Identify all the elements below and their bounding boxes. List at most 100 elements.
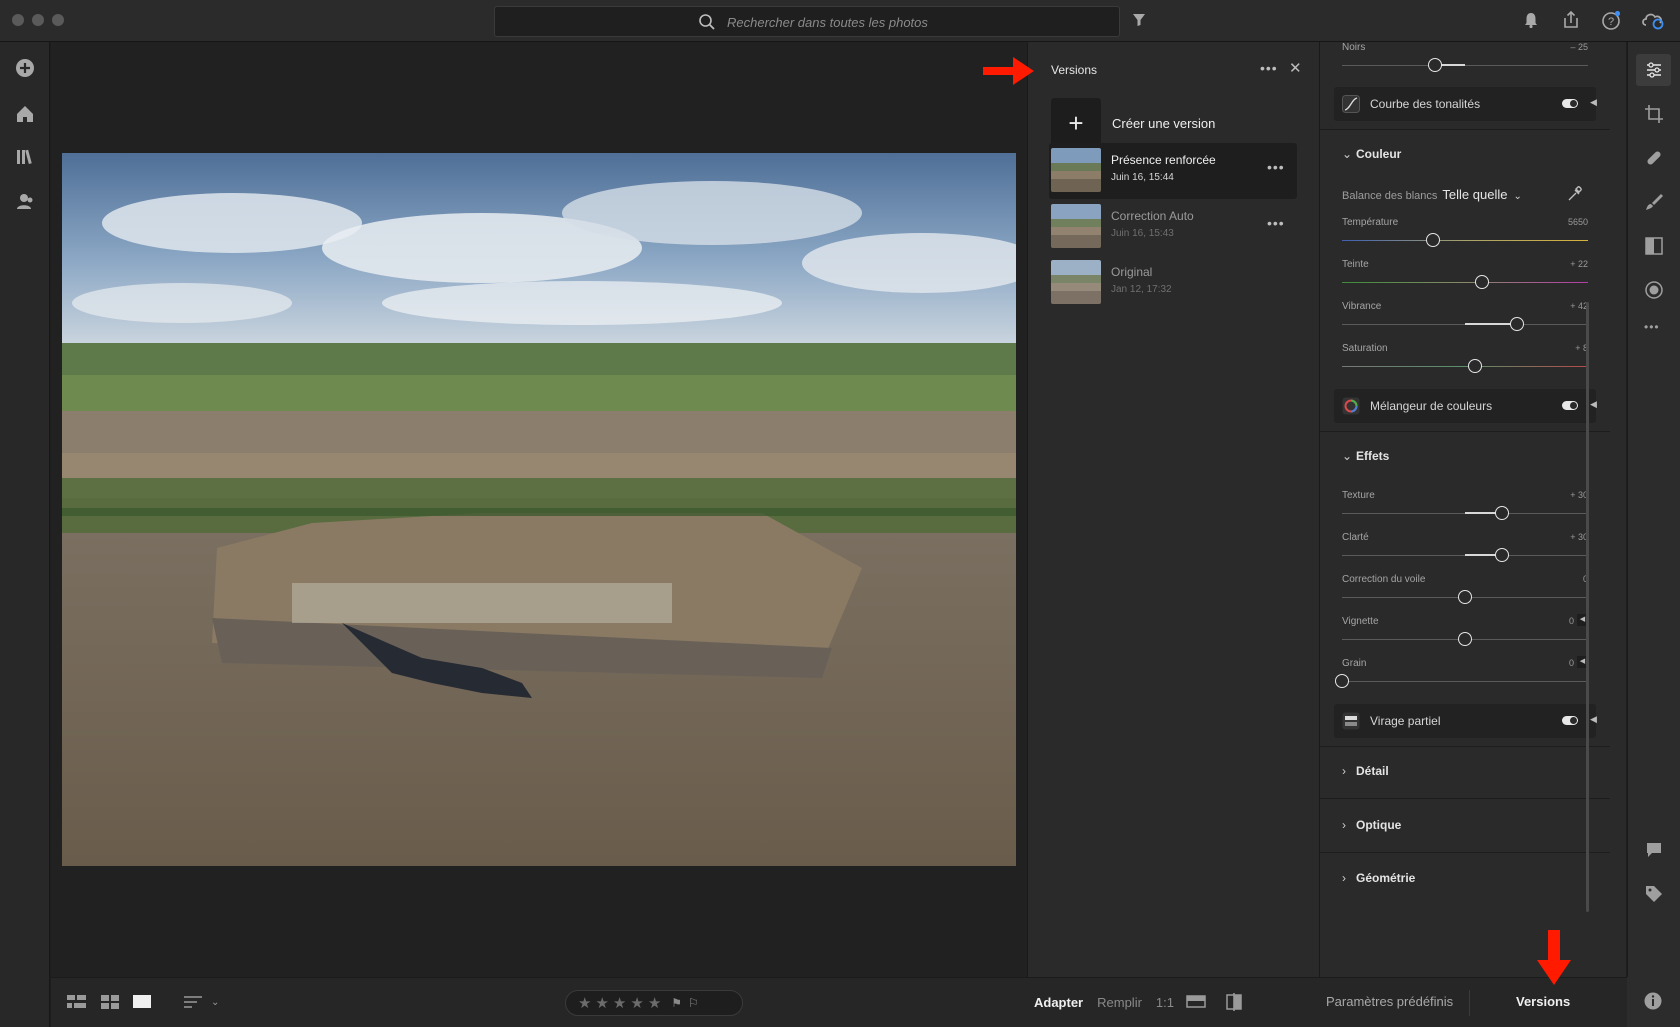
color-mixer-label: Mélangeur de couleurs <box>1370 399 1493 413</box>
version-thumbnail <box>1051 148 1101 192</box>
annotation-arrow-down-icon <box>1537 930 1571 985</box>
flag-pick-icon[interactable]: ⚑ <box>671 996 682 1010</box>
search-bar[interactable]: Rechercher dans toutes les photos <box>494 6 1120 37</box>
slider-knob[interactable] <box>1335 674 1349 688</box>
slider-knob[interactable] <box>1428 58 1443 72</box>
tone-curve-toggle[interactable] <box>1562 99 1578 108</box>
slider-knob[interactable] <box>1467 359 1482 373</box>
version-item[interactable]: Original Jan 12, 17:32 <box>1049 255 1297 311</box>
before-after-icon[interactable] <box>1186 993 1206 1011</box>
version-more-icon[interactable]: ••• <box>1267 215 1285 231</box>
effects-section-header[interactable]: ⌄ Effets <box>1342 449 1389 463</box>
search-icon <box>699 14 715 30</box>
help-icon[interactable]: ? <box>1600 9 1622 31</box>
linear-gradient-icon[interactable] <box>1644 236 1664 256</box>
edit-sliders-icon[interactable] <box>1644 60 1664 80</box>
color-mixer-row[interactable]: Mélangeur de couleurs ◀ <box>1334 389 1597 423</box>
detail-section-header[interactable]: › Détail <box>1342 764 1389 778</box>
split-view-icon[interactable] <box>1224 993 1244 1011</box>
detail-view-icon[interactable] <box>133 994 151 1010</box>
crop-icon[interactable] <box>1644 104 1664 124</box>
zoom-window-button[interactable] <box>52 14 64 26</box>
add-photos-icon[interactable] <box>13 56 37 80</box>
square-grid-icon[interactable] <box>67 994 87 1010</box>
slider-track <box>1342 240 1588 241</box>
library-icon[interactable] <box>13 145 37 169</box>
color-section-header[interactable]: ⌄ Couleur <box>1342 147 1401 161</box>
versions-tab[interactable]: Versions <box>1516 994 1570 1009</box>
flag-reject-icon[interactable]: ⚐ <box>688 996 699 1010</box>
optics-section-header[interactable]: › Optique <box>1342 818 1401 832</box>
presets-tab[interactable]: Paramètres prédéfinis <box>1326 994 1453 1009</box>
slider-knob[interactable] <box>1426 233 1441 247</box>
version-item[interactable]: Présence renforcée Juin 16, 15:44 ••• <box>1049 143 1297 199</box>
shared-people-icon[interactable] <box>13 190 37 214</box>
tag-icon[interactable] <box>1644 884 1664 904</box>
brush-icon[interactable] <box>1644 192 1664 212</box>
edit-panel-scrollbar[interactable] <box>1586 302 1589 912</box>
zoom-fill-button[interactable]: Remplir <box>1097 995 1142 1010</box>
sort-icon[interactable] <box>183 994 203 1010</box>
radial-gradient-icon[interactable] <box>1644 280 1664 300</box>
version-thumbnail <box>1051 260 1101 304</box>
panel-switcher: Paramètres prédéfinis Versions <box>1319 977 1627 1027</box>
slider-knob[interactable] <box>1458 632 1472 646</box>
star-icon[interactable]: ★ <box>648 994 661 1012</box>
section-title: Couleur <box>1356 147 1402 161</box>
minimize-window-button[interactable] <box>32 14 44 26</box>
lightroom-window: Rechercher dans toutes les photos ? Vers… <box>0 0 1680 1027</box>
more-options-icon[interactable]: ••• <box>1260 60 1278 76</box>
slider-knob[interactable] <box>1494 548 1509 562</box>
info-icon[interactable] <box>1643 991 1663 1011</box>
expand-arrow-icon[interactable]: ◀ <box>1590 714 1597 725</box>
divider <box>1320 129 1610 130</box>
bell-icon[interactable] <box>1520 9 1542 31</box>
slider-knob[interactable] <box>1509 317 1524 331</box>
close-window-button[interactable] <box>12 14 24 26</box>
share-icon[interactable] <box>1560 9 1582 31</box>
slider-knob[interactable] <box>1458 590 1472 604</box>
tone-curve-row[interactable]: Courbe des tonalités ◀ <box>1334 87 1597 121</box>
expand-arrow-icon[interactable]: ◀ <box>1590 399 1597 410</box>
geometry-section-header[interactable]: › Géométrie <box>1342 871 1415 885</box>
color-wheel-icon <box>1342 397 1360 415</box>
slider-track <box>1342 282 1588 283</box>
right-toolbar-bottom <box>1627 977 1680 1027</box>
expand-arrow-icon[interactable]: ◀ <box>1590 97 1597 108</box>
chevron-down-icon[interactable]: ⌄ <box>1513 191 1521 202</box>
zoom-1to1-button[interactable]: 1:1 <box>1156 995 1174 1010</box>
slider-knob[interactable] <box>1475 275 1490 289</box>
bottom-toolbar: ⌄ ★ ★ ★ ★ ★ ⚑ ⚐ Adapter Remplir 1:1 <box>51 977 1319 1027</box>
eyedropper-icon[interactable] <box>1566 185 1584 203</box>
slider-knob[interactable] <box>1494 506 1509 520</box>
zoom-fit-button[interactable]: Adapter <box>1034 995 1083 1010</box>
star-icon[interactable]: ★ <box>595 994 608 1012</box>
color-mixer-toggle[interactable] <box>1562 401 1578 410</box>
versions-panel: Versions ••• ✕ + Créer une version Prése… <box>1027 42 1319 977</box>
version-date: Jan 12, 17:32 <box>1111 284 1172 295</box>
slider-label: Texture <box>1342 490 1375 501</box>
more-tools-icon[interactable]: ••• <box>1644 320 1664 340</box>
white-balance-select[interactable]: Telle quelle <box>1442 187 1507 202</box>
slider-label: Saturation <box>1342 343 1388 354</box>
split-toning-row[interactable]: Virage partiel ◀ <box>1334 704 1597 738</box>
version-more-icon[interactable]: ••• <box>1267 159 1285 175</box>
star-icon[interactable]: ★ <box>578 994 591 1012</box>
comment-icon[interactable] <box>1644 840 1664 860</box>
slider-track <box>1342 65 1588 66</box>
filter-icon[interactable] <box>1132 13 1146 27</box>
close-icon[interactable]: ✕ <box>1289 59 1302 77</box>
star-icon[interactable]: ★ <box>630 994 643 1012</box>
home-icon[interactable] <box>13 102 37 126</box>
chevron-down-icon[interactable]: ⌄ <box>211 997 219 1008</box>
cloud-sync-icon[interactable] <box>1640 9 1666 31</box>
create-version-button[interactable]: + Créer une version <box>1051 97 1215 149</box>
plus-icon: + <box>1051 98 1101 148</box>
grid-view-icon[interactable] <box>101 994 119 1010</box>
healing-brush-icon[interactable] <box>1644 148 1664 168</box>
slider-label: Teinte <box>1342 259 1369 270</box>
split-toning-toggle[interactable] <box>1562 716 1578 725</box>
main-photo[interactable] <box>62 153 1016 866</box>
version-item[interactable]: Correction Auto Juin 16, 15:43 ••• <box>1049 199 1297 255</box>
star-icon[interactable]: ★ <box>613 994 626 1012</box>
